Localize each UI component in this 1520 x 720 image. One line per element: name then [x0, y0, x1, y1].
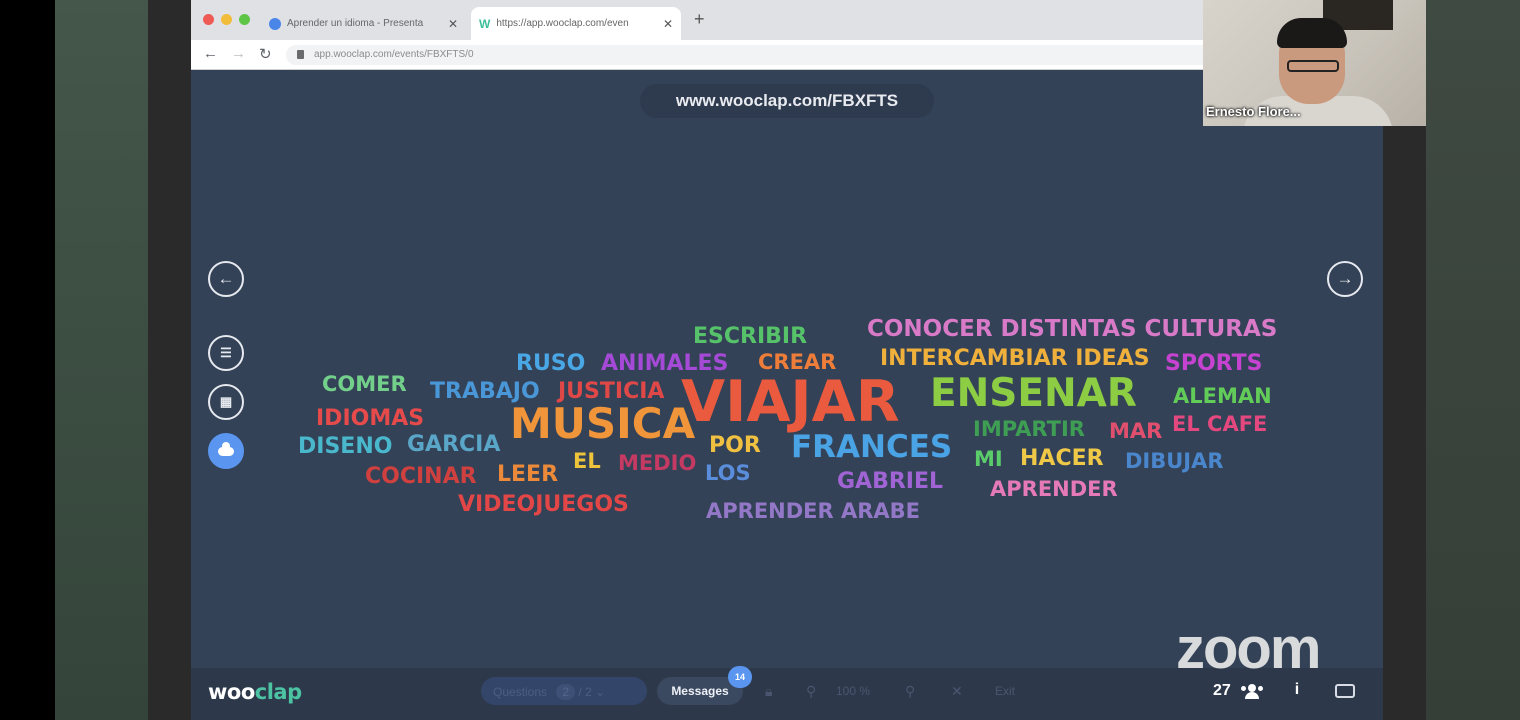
zoom-watermark: zoom	[1176, 616, 1321, 681]
cloud-word: LEER	[497, 462, 559, 487]
cloud-word: GABRIEL	[837, 469, 944, 494]
cloud-word: VIAJAR	[681, 369, 900, 435]
maximize-window-button[interactable]	[239, 14, 250, 25]
reload-icon[interactable]: ↻	[259, 45, 272, 63]
presenter-name: Ernesto Flore...	[1206, 104, 1301, 119]
cloud-word: APRENDER	[990, 477, 1118, 501]
cloud-word: COMER	[322, 372, 407, 396]
cloud-word: ESCRIBIR	[693, 324, 808, 349]
tab-title: https://app.wooclap.com/even	[496, 18, 629, 29]
background-left	[55, 0, 150, 720]
zoom-out-icon[interactable]: ⚲	[806, 683, 816, 700]
cloud-word: RUSO	[516, 351, 586, 376]
tab-presentation[interactable]: Aprender un idioma - Presenta ✕	[261, 7, 466, 40]
participants-count: 27	[1213, 682, 1231, 699]
questions-total: / 2	[578, 685, 592, 699]
participants-icon	[1241, 684, 1263, 699]
cloud-word: EL CAFE	[1172, 412, 1268, 436]
cloud-word: MI	[974, 447, 1003, 471]
chevron-down-icon: ⌄	[595, 685, 606, 699]
tab-title: Aprender un idioma - Presenta	[287, 18, 424, 29]
new-tab-icon[interactable]: +	[694, 9, 705, 30]
zoom-in-icon[interactable]: ⚲	[905, 683, 915, 700]
exit-button[interactable]: Exit	[995, 684, 1015, 698]
lock-icon[interactable]: 🔒︎	[765, 683, 772, 700]
questions-current: 2	[556, 684, 576, 700]
list-view-icon[interactable]: ☰	[208, 335, 244, 371]
minimize-window-button[interactable]	[221, 14, 232, 25]
cloud-word: FRANCES	[791, 429, 953, 465]
cloud-word: VIDEOJUEGOS	[458, 492, 629, 517]
wooclap-logo: wooclap	[208, 680, 302, 704]
cloud-word: COCINAR	[365, 464, 477, 489]
next-arrow-icon[interactable]: →	[1327, 261, 1363, 297]
previous-arrow-icon[interactable]: ←	[208, 261, 244, 297]
cloud-word: APRENDER ARABE	[706, 499, 921, 523]
questions-label: Questions	[493, 685, 548, 699]
back-icon[interactable]: ←	[203, 45, 218, 62]
fullscreen-icon[interactable]: ✕	[951, 683, 963, 700]
url-text: app.wooclap.com/events/FBXFTS/0	[314, 49, 474, 60]
presenter-video: Ernesto Flore...	[1203, 0, 1426, 126]
close-icon[interactable]: ✕	[448, 17, 458, 31]
cloud-word: ALEMAN	[1173, 384, 1272, 408]
questions-selector[interactable]: Questions 2 / 2 ⌄	[481, 677, 647, 705]
forward-icon[interactable]: →	[231, 45, 246, 62]
join-url-pill: www.wooclap.com/FBXFTS	[640, 84, 934, 118]
cloud-word: INTERCAMBIAR IDEAS	[880, 346, 1150, 371]
cloud-word: IDIOMAS	[316, 406, 425, 431]
wooclap-icon: W	[479, 16, 491, 31]
lock-icon	[297, 50, 304, 59]
close-icon[interactable]: ✕	[663, 17, 673, 31]
cloud-word: DISENO	[298, 434, 393, 459]
cloud-word: CONOCER DISTINTAS CULTURAS	[867, 316, 1278, 342]
close-window-button[interactable]	[203, 14, 214, 25]
tab-wooclap[interactable]: W https://app.wooclap.com/even ✕	[471, 7, 681, 40]
google-icon	[269, 17, 281, 30]
keyboard-icon[interactable]	[1335, 684, 1355, 698]
cloud-word: MUSICA	[510, 399, 696, 448]
cloud-word: MEDIO	[618, 451, 697, 475]
glasses-icon	[1287, 60, 1339, 72]
grid-view-icon[interactable]: ▦	[208, 384, 244, 420]
zoom-level: 100 %	[836, 684, 871, 698]
url-field[interactable]: app.wooclap.com/events/FBXFTS/0	[286, 45, 1296, 65]
cloud-view-icon[interactable]	[208, 433, 244, 469]
cloud-word: ENSENAR	[930, 371, 1137, 416]
cloud-word: DIBUJAR	[1125, 449, 1224, 473]
info-icon[interactable]: i	[1288, 681, 1306, 701]
cloud-word: GARCIA	[407, 432, 501, 457]
cloud-word: IMPARTIR	[973, 417, 1085, 441]
cloud-word: POR	[709, 433, 761, 458]
background-right	[1426, 0, 1520, 720]
cloud-word: LOS	[705, 461, 751, 485]
messages-count-badge: 14	[728, 666, 752, 688]
cloud-word: MAR	[1109, 419, 1163, 443]
cloud-word: HACER	[1020, 446, 1104, 471]
cloud-word: SPORTS	[1165, 351, 1263, 376]
cloud-word: EL	[573, 449, 601, 473]
